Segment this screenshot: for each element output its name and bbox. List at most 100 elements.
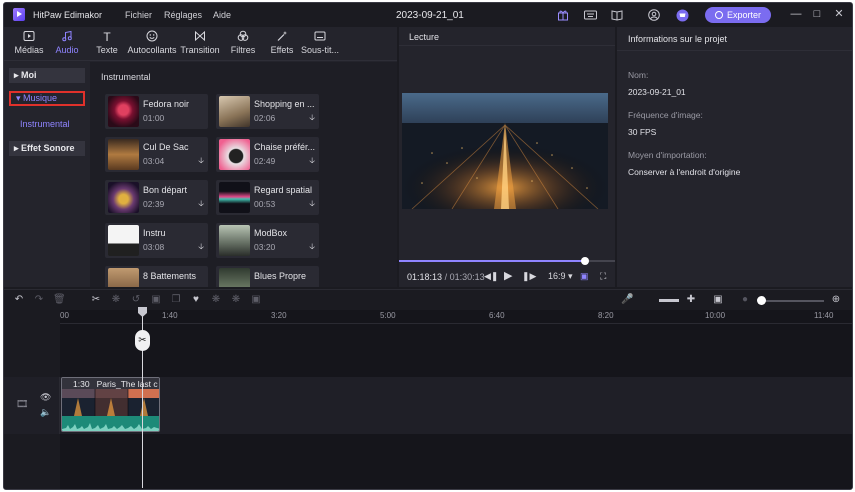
track-card[interactable]: Cul De Sac 03:04 🡣 xyxy=(105,137,208,172)
zoom-in-icon[interactable]: ⊕ xyxy=(830,294,842,306)
microphone-icon[interactable]: 🎤 xyxy=(621,294,633,306)
download-icon[interactable]: 🡣 xyxy=(198,155,204,169)
crop-tool-icon[interactable]: ▣ xyxy=(150,294,162,306)
gift-icon[interactable] xyxy=(557,9,569,21)
download-icon[interactable]: 🡣 xyxy=(198,198,204,212)
track-card[interactable]: Regard spatial 00:53 🡣 xyxy=(216,180,319,215)
track-card[interactable]: ModBox 03:20 🡣 xyxy=(216,223,319,258)
tab-texte[interactable]: T Texte xyxy=(93,30,121,58)
category-effet-sonore[interactable]: ▸ Effet Sonore xyxy=(9,141,85,156)
track-thumbnail xyxy=(108,268,139,287)
snap-icon[interactable]: ✚ xyxy=(685,294,697,306)
copy-icon[interactable]: ❐ xyxy=(170,294,182,306)
track-name: Regard spatial xyxy=(254,185,313,195)
video-clip[interactable]: 1:30 Paris_The last c xyxy=(61,377,160,432)
project-title: 2023-09-21_01 xyxy=(396,10,464,21)
category-moi[interactable]: ▸ Moi xyxy=(9,68,85,83)
download-icon[interactable]: 🡣 xyxy=(309,198,315,212)
tab-transition[interactable]: Transition xyxy=(180,30,220,58)
track-layout-icon[interactable]: ▬▬ xyxy=(659,294,679,306)
speed-icon[interactable]: ❋ xyxy=(230,294,242,306)
track-thumbnail xyxy=(219,96,250,127)
track-thumbnail xyxy=(108,225,139,256)
cart-icon[interactable] xyxy=(676,9,689,22)
track-duration: 03:04 xyxy=(143,156,165,166)
fullscreen-icon[interactable]: ⛶ xyxy=(600,271,606,282)
close-icon[interactable]: ✕ xyxy=(832,7,846,21)
freeze-icon[interactable]: ❋ xyxy=(110,294,122,306)
download-icon[interactable]: 🡣 xyxy=(198,241,204,255)
download-icon[interactable]: 🡣 xyxy=(309,155,315,169)
total-time: / 01:30:13 xyxy=(444,272,485,282)
book-icon[interactable] xyxy=(611,9,623,21)
mask-icon[interactable]: ❋ xyxy=(210,294,222,306)
menu-aide[interactable]: Aide xyxy=(213,10,231,20)
tab-medias[interactable]: Médias xyxy=(12,30,46,58)
time-ruler[interactable]: 00 1:40 3:20 5:00 6:40 8:20 10:00 11:40 xyxy=(60,310,852,324)
subtitle-icon xyxy=(301,30,339,44)
chevron-down-icon: ▾ xyxy=(568,271,573,281)
track-duration: 03:08 xyxy=(143,242,165,252)
video-frame[interactable] xyxy=(402,93,608,209)
maximize-icon[interactable]: □ xyxy=(810,7,824,21)
text-icon: T xyxy=(103,30,111,44)
zoom-slider[interactable] xyxy=(760,300,824,302)
minimize-icon[interactable]: — xyxy=(789,7,803,21)
reverse-icon[interactable]: ↺ xyxy=(130,294,142,306)
track-thumbnail xyxy=(219,139,250,170)
zoom-slider-handle[interactable] xyxy=(757,296,766,305)
tab-filtres[interactable]: Filtres xyxy=(229,30,257,58)
tab-audio[interactable]: Audio xyxy=(53,30,81,58)
menu-reglages[interactable]: Réglages xyxy=(164,10,202,20)
fit-timeline-icon[interactable]: ▣ xyxy=(711,294,725,306)
timeline: 00 1:40 3:20 5:00 6:40 8:20 10:00 11:40 … xyxy=(4,310,852,489)
category-musique[interactable]: ▾ Musique xyxy=(9,91,85,106)
eye-icon[interactable]: 👁 xyxy=(40,392,51,403)
previous-frame-icon[interactable]: ◀❚ xyxy=(484,271,498,282)
delete-icon[interactable]: 🗑 xyxy=(53,294,66,306)
track-name: Blues Propre xyxy=(254,271,307,281)
media-panel: Médias Audio T Texte Autocollants Transi… xyxy=(4,27,397,287)
category-list: ▸ Moi ▾ Musique Instrumental ▸ Effet Son… xyxy=(4,62,90,287)
marker-icon[interactable]: ♥ xyxy=(190,294,202,306)
play-icon[interactable]: ▶ xyxy=(504,269,512,282)
audio-waveform xyxy=(62,416,159,431)
track-card[interactable]: Blues Propre xyxy=(216,266,319,287)
playback-scrubber[interactable] xyxy=(399,257,615,265)
tab-autocollants[interactable]: Autocollants xyxy=(127,30,177,58)
track-card[interactable]: Chaise préfér... 02:49 🡣 xyxy=(216,137,319,172)
tab-sous-titres[interactable]: Sous-tit... xyxy=(301,30,339,58)
app-name: HitPaw Edimakor xyxy=(33,10,103,20)
redo-icon[interactable]: ↷ xyxy=(33,294,45,306)
crop-icon[interactable]: ▣ xyxy=(580,271,589,282)
category-instrumental[interactable]: Instrumental xyxy=(9,117,85,132)
track-name: Bon départ xyxy=(143,185,188,195)
keyboard-icon[interactable] xyxy=(584,9,597,21)
screen-icon[interactable]: ▣ xyxy=(250,294,262,306)
speaker-icon[interactable]: 🔈 xyxy=(40,407,51,418)
aspect-ratio-dropdown[interactable]: 16:9 ▾ xyxy=(548,271,573,282)
track-card[interactable]: Instru 03:08 🡣 xyxy=(105,223,208,258)
empty-track[interactable] xyxy=(60,324,852,376)
track-card[interactable]: 8 Battements xyxy=(105,266,208,287)
track-card[interactable]: Bon départ 02:39 🡣 xyxy=(105,180,208,215)
download-icon[interactable]: 🡣 xyxy=(309,241,315,255)
undo-icon[interactable]: ↶ xyxy=(13,294,25,306)
section-title: Instrumental xyxy=(101,72,151,82)
zoom-out-icon[interactable]: ● xyxy=(739,294,751,306)
export-button[interactable]: Exporter xyxy=(705,7,771,23)
account-icon[interactable] xyxy=(648,9,660,21)
film-icon[interactable]: 🎞 xyxy=(16,399,29,410)
scrubber-handle[interactable] xyxy=(580,257,589,265)
ruler-tick: 00 xyxy=(60,311,69,320)
track-card[interactable]: Fedora noir 01:00 xyxy=(105,94,208,129)
download-icon[interactable]: 🡣 xyxy=(309,112,315,126)
track-card[interactable]: Shopping en ... 02:06 🡣 xyxy=(216,94,319,129)
split-scissors-icon[interactable]: ✂ xyxy=(135,330,150,351)
split-icon[interactable]: ✂ xyxy=(90,294,102,306)
track-duration: 00:53 xyxy=(254,199,276,209)
media-icon xyxy=(12,30,46,44)
tab-effets[interactable]: Effets xyxy=(268,30,296,58)
next-frame-icon[interactable]: ❚▶ xyxy=(522,271,536,282)
menu-fichier[interactable]: Fichier xyxy=(125,10,152,20)
